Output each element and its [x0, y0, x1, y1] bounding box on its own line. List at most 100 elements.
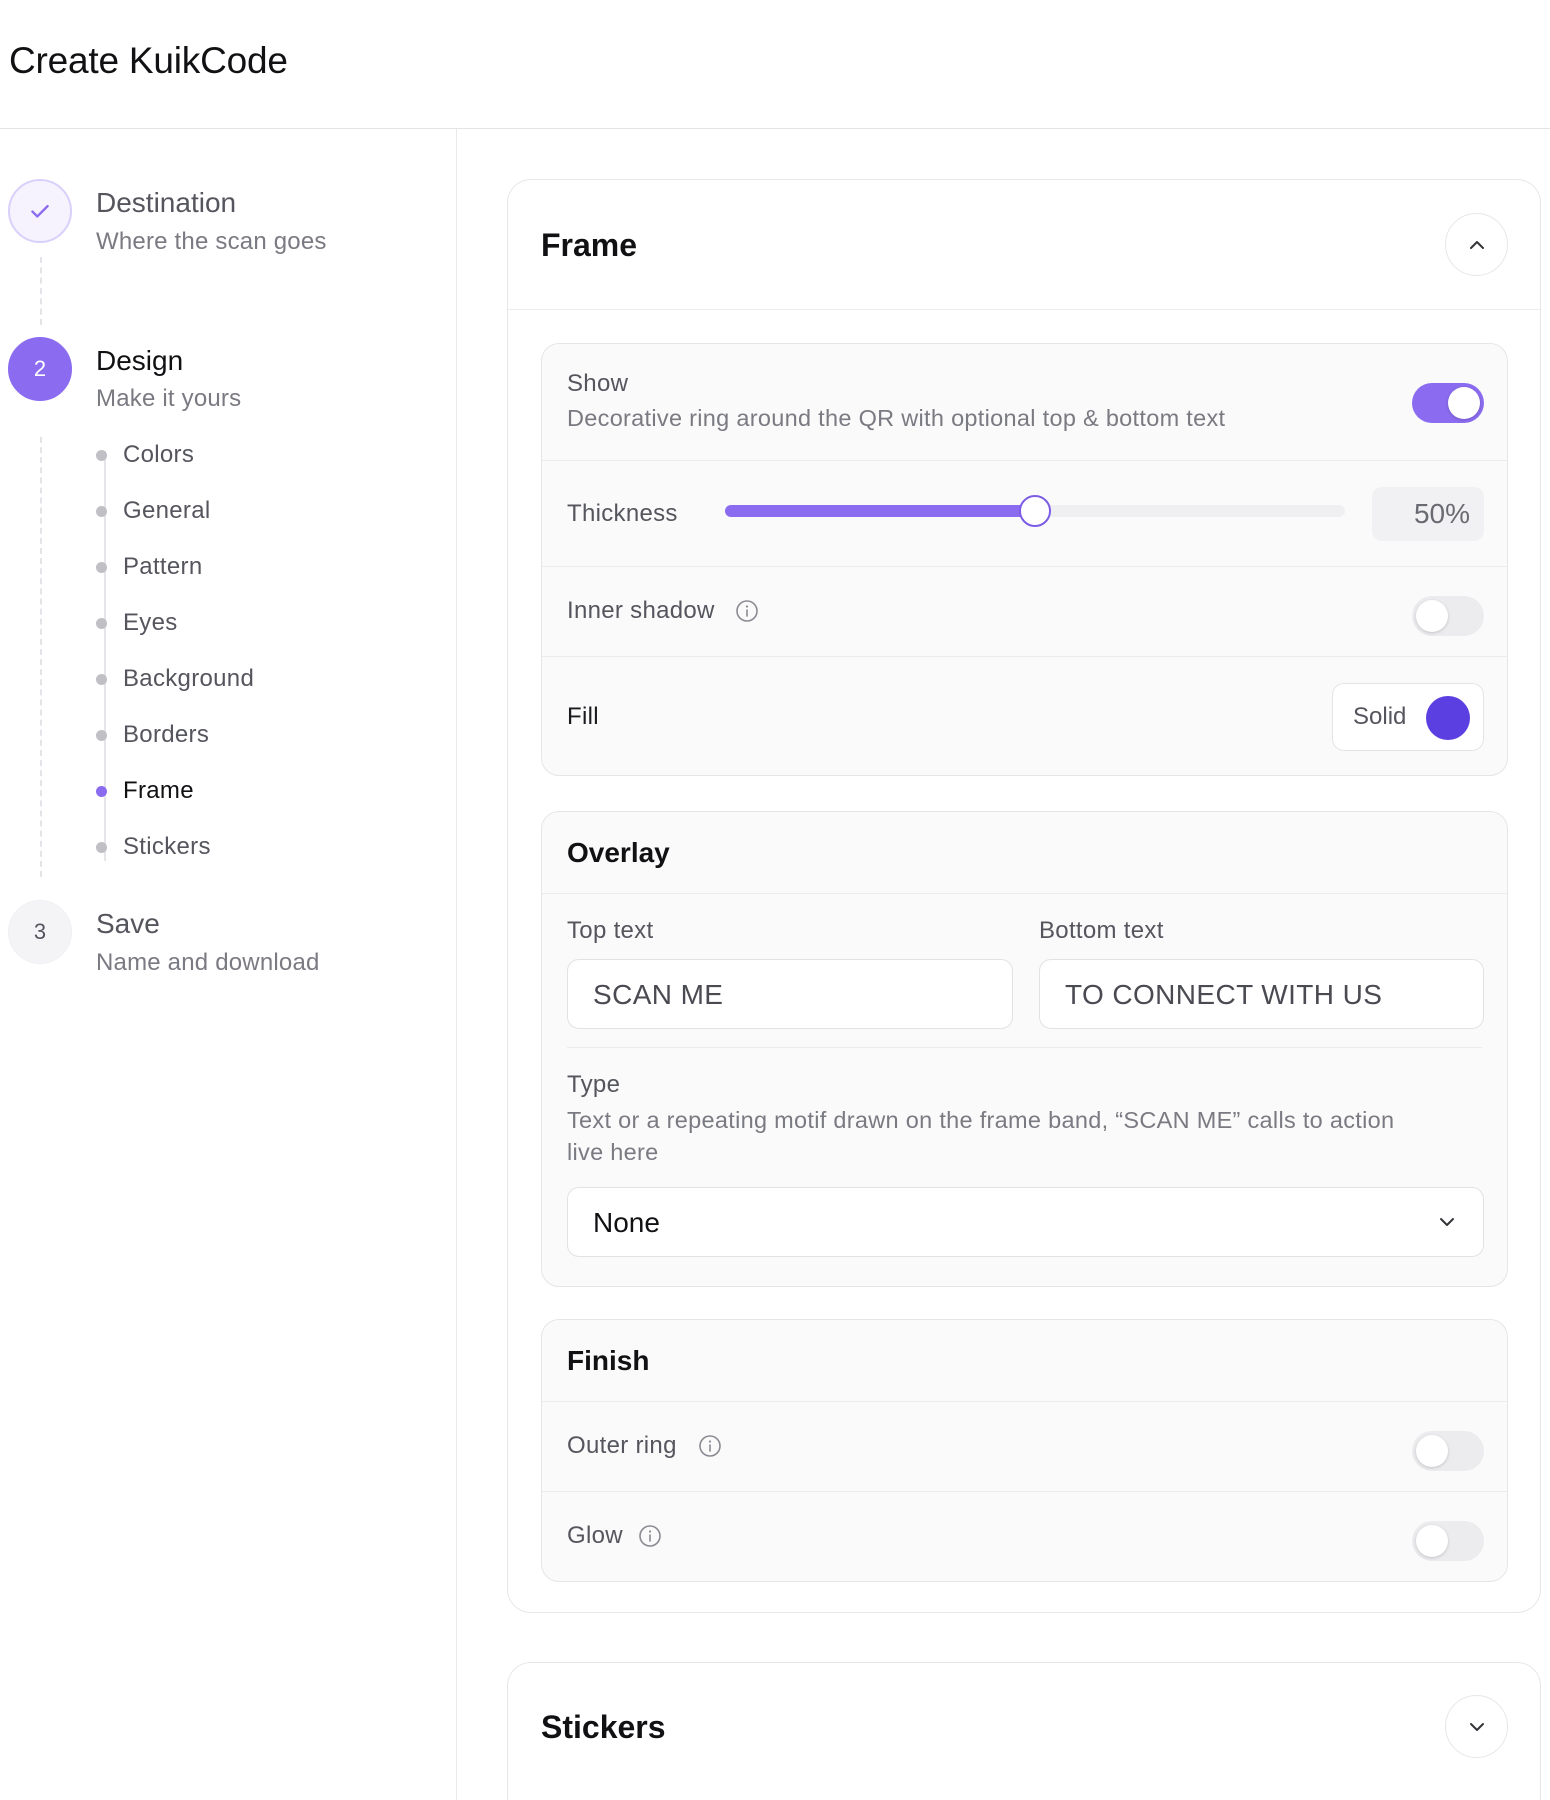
inner-shadow-toggle[interactable] — [1412, 596, 1484, 636]
toggle-knob — [1416, 600, 1448, 632]
substep-label: General — [123, 497, 211, 524]
substep-dot-active — [96, 785, 107, 797]
thickness-value[interactable]: 50% — [1372, 487, 1484, 541]
substep-label: Frame — [123, 777, 194, 804]
substep-label: Stickers — [123, 833, 211, 860]
row-divider — [542, 566, 1507, 567]
info-icon[interactable] — [638, 1524, 662, 1548]
substep-label: Pattern — [123, 553, 203, 580]
substep-background[interactable]: Background — [96, 664, 254, 694]
chevron-up-icon — [1469, 240, 1484, 249]
step-design-indicator[interactable]: 2 — [8, 337, 72, 401]
top-text-value: SCAN ME — [593, 979, 724, 1010]
step-design-subtitle: Make it yours — [96, 385, 242, 412]
page-header: Create KuikCode — [0, 0, 1550, 129]
type-description-line-2: live here — [567, 1139, 659, 1165]
substep-dot — [96, 505, 107, 517]
substep-dot — [96, 561, 107, 573]
bottom-text-value: TO CONNECT WITH US — [1065, 979, 1383, 1010]
step-destination-indicator[interactable] — [8, 179, 72, 243]
card-divider — [508, 309, 1540, 310]
bottom-text-label: Bottom text — [1039, 917, 1164, 944]
stepper-sidebar: Destination Where the scan goes 2 Design… — [0, 129, 457, 1800]
row-divider — [542, 1401, 1507, 1402]
bottom-text-input[interactable]: TO CONNECT WITH US — [1039, 959, 1484, 1029]
stickers-section-card: Stickers — [507, 1662, 1541, 1800]
collapse-frame-button[interactable] — [1445, 213, 1508, 276]
type-select-value: None — [593, 1207, 660, 1238]
thickness-label: Thickness — [567, 500, 678, 527]
finish-panel: Finish Outer ring Glow — [541, 1319, 1508, 1582]
page-title: Create KuikCode — [9, 40, 288, 81]
toggle-knob — [1416, 1525, 1448, 1557]
frame-section-card: Frame Show Decorative ring around the QR… — [507, 179, 1541, 1613]
fill-picker[interactable]: Solid — [1332, 683, 1484, 751]
frame-settings-panel: Show Decorative ring around the QR with … — [541, 343, 1508, 776]
substep-dot — [96, 729, 107, 741]
top-text-label: Top text — [567, 917, 654, 944]
substep-pattern[interactable]: Pattern — [96, 552, 202, 582]
substep-stickers[interactable]: Stickers — [96, 832, 211, 862]
type-select[interactable]: None — [567, 1187, 1484, 1257]
info-icon[interactable] — [735, 599, 759, 623]
row-divider — [542, 1491, 1507, 1492]
glow-toggle[interactable] — [1412, 1521, 1484, 1561]
chevron-down-icon — [1469, 1722, 1484, 1731]
glow-label: Glow — [567, 1522, 623, 1549]
substep-label: Borders — [123, 721, 210, 748]
step-design-number: 2 — [33, 356, 47, 381]
step-destination-title[interactable]: Destination — [96, 187, 236, 219]
row-divider — [542, 460, 1507, 461]
row-divider — [542, 893, 1507, 894]
step-destination-subtitle: Where the scan goes — [96, 228, 327, 255]
fill-label: Fill — [567, 703, 599, 730]
thickness-slider-fill — [725, 505, 1035, 517]
frame-section-title[interactable]: Frame — [541, 227, 637, 264]
show-description: Decorative ring around the QR with optio… — [567, 405, 1226, 431]
step-connector — [40, 257, 42, 325]
toggle-knob — [1448, 387, 1480, 419]
type-label: Type — [567, 1071, 621, 1098]
info-icon[interactable] — [698, 1434, 722, 1458]
substep-general[interactable]: General — [96, 496, 210, 526]
substep-label: Background — [123, 665, 255, 692]
substep-dot — [96, 449, 107, 461]
top-text-input[interactable]: SCAN ME — [567, 959, 1013, 1029]
toggle-knob — [1416, 1435, 1448, 1467]
expand-stickers-button[interactable] — [1445, 1695, 1508, 1758]
step-design-title[interactable]: Design — [96, 345, 183, 377]
thickness-value-text: 50% — [1413, 498, 1470, 529]
check-icon — [31, 204, 49, 218]
substep-colors[interactable]: Colors — [96, 440, 194, 470]
overlay-title: Overlay — [567, 837, 670, 868]
fill-color-swatch — [1426, 696, 1470, 740]
step-save-subtitle: Name and download — [96, 949, 320, 976]
row-divider — [542, 656, 1507, 657]
outer-ring-toggle[interactable] — [1412, 1431, 1484, 1471]
step-save-title[interactable]: Save — [96, 908, 160, 940]
substep-frame[interactable]: Frame — [96, 776, 194, 806]
chevron-down-icon — [1440, 1218, 1454, 1226]
step-save-number: 3 — [33, 919, 47, 944]
show-frame-toggle[interactable] — [1412, 383, 1484, 423]
thickness-slider-handle[interactable] — [1019, 495, 1051, 527]
fill-mode-text: Solid — [1353, 703, 1407, 730]
substep-eyes[interactable]: Eyes — [96, 608, 178, 638]
thickness-slider[interactable] — [725, 495, 1345, 527]
outer-ring-label: Outer ring — [567, 1432, 677, 1459]
show-label: Show — [567, 370, 629, 397]
row-divider — [567, 1047, 1482, 1048]
stickers-section-title[interactable]: Stickers — [541, 1709, 666, 1746]
substep-dot — [96, 617, 107, 629]
inner-shadow-label: Inner shadow — [567, 597, 715, 624]
step-connector — [40, 437, 42, 877]
finish-title: Finish — [567, 1345, 650, 1376]
overlay-panel: Overlay Top text Bottom text SCAN ME TO … — [541, 811, 1508, 1287]
substep-label: Eyes — [123, 609, 178, 636]
substep-dot — [96, 841, 107, 853]
type-description-line-1: Text or a repeating motif drawn on the f… — [567, 1107, 1395, 1133]
substep-borders[interactable]: Borders — [96, 720, 209, 750]
substep-label: Colors — [123, 441, 195, 468]
substep-dot — [96, 673, 107, 685]
step-save-indicator[interactable]: 3 — [8, 900, 72, 964]
